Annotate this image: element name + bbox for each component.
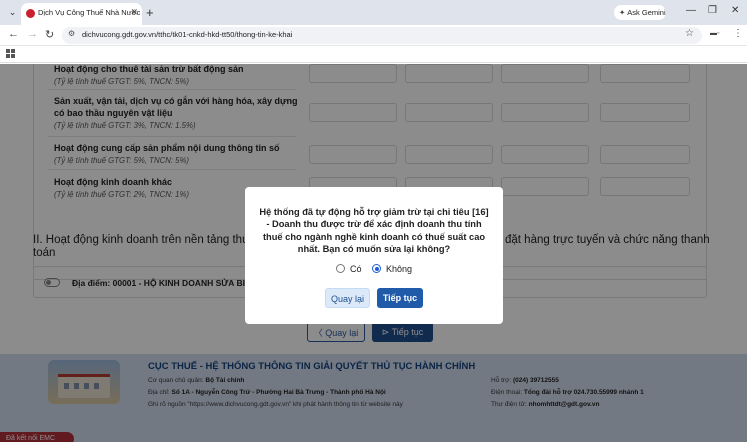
browser-toolbar: ← → ↻ ⚙ dichvucong.gdt.gov.vn/tthc/tk01-… [0, 25, 747, 46]
option-no[interactable]: Không [372, 264, 412, 274]
option-yes[interactable]: Có [336, 264, 362, 274]
bookmarks-bar [0, 46, 747, 63]
reload-icon[interactable]: ↻ [45, 28, 54, 41]
dialog-back-button[interactable]: Quay lại [325, 288, 370, 308]
gemini-sparkle-icon: ✦ [619, 8, 626, 17]
radio-no-selected[interactable] [372, 264, 381, 273]
back-arrow-icon[interactable]: ← [8, 28, 19, 40]
dialog-message: Hệ thống đã tự động hỗ trợ giảm trừ tại … [259, 207, 489, 255]
address-bar[interactable]: ⚙ dichvucong.gdt.gov.vn/tthc/tk01-cnkd-h… [62, 27, 702, 44]
window-close-icon[interactable]: ✕ [731, 5, 739, 16]
option-no-label: Không [386, 264, 413, 274]
forward-arrow-icon[interactable]: → [27, 28, 38, 40]
option-yes-label: Có [350, 264, 362, 274]
close-icon[interactable]: ✕ [130, 7, 138, 18]
minimize-icon[interactable]: — [686, 5, 696, 16]
url-text: dichvucong.gdt.gov.vn/tthc/tk01-cnkd-hkd… [82, 30, 293, 39]
tab-dichvucong[interactable]: Dịch Vụ Công Thuế Nhà Nước ✕ [21, 3, 142, 25]
ask-gemini-button[interactable]: ✦ Ask Gemini [614, 5, 666, 20]
confirm-dialog: Hệ thống đã tự động hỗ trợ giảm trừ tại … [245, 187, 503, 324]
menu-kebab-icon[interactable]: ⋮ [733, 28, 743, 39]
favicon-icon [26, 9, 35, 18]
bookmark-star-icon[interactable]: ☆ [685, 28, 694, 39]
restore-icon[interactable]: ❐ [708, 5, 717, 16]
tab-title: Dịch Vụ Công Thuế Nhà Nước [38, 8, 141, 17]
ask-gemini-label: Ask Gemini [627, 8, 666, 17]
tab-search-chevron-icon[interactable]: ⌄ [6, 6, 19, 19]
tab-bar: ⌄ Dịch Vụ Công Thuế Nhà Nước ✕ + ✦ Ask Ge… [0, 0, 747, 25]
dialog-continue-button[interactable]: Tiếp tục [377, 288, 423, 308]
apps-grid-icon[interactable] [6, 49, 15, 58]
new-tab-button[interactable]: + [146, 5, 154, 20]
extension-icon[interactable]: ▬◦ [710, 30, 719, 37]
radio-yes[interactable] [336, 264, 345, 273]
site-settings-icon[interactable]: ⚙ [68, 29, 75, 38]
